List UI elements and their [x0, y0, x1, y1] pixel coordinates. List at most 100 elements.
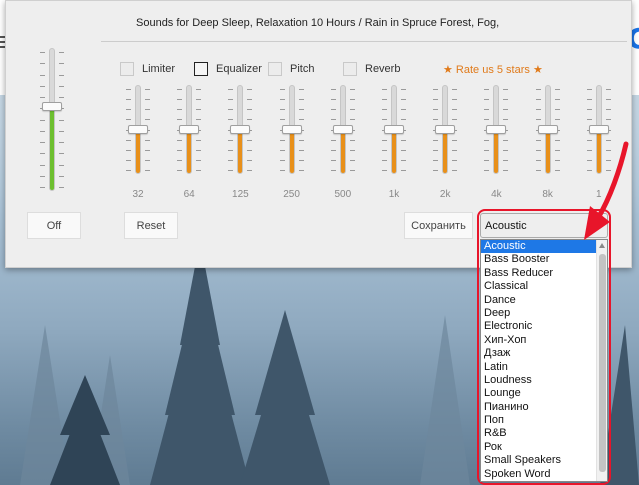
preset-option[interactable]: Deep — [481, 307, 597, 320]
band-slider-4-thumb[interactable] — [332, 125, 353, 134]
band-slider-1-thumb[interactable] — [179, 125, 200, 134]
tick-mark — [298, 89, 304, 90]
band-slider-8[interactable] — [533, 85, 563, 174]
preset-option[interactable]: Dance — [481, 294, 597, 307]
tick-mark — [503, 99, 509, 100]
tick-mark — [586, 89, 592, 90]
preset-option[interactable]: Small Speakers — [481, 454, 597, 467]
band-slider-6-thumb[interactable] — [435, 125, 456, 134]
tick-mark — [330, 160, 336, 161]
band-slider-4[interactable] — [328, 85, 358, 174]
preset-option[interactable]: Bass Booster — [481, 253, 597, 266]
band-frequency-label: 64 — [183, 189, 195, 200]
tick-mark — [586, 119, 592, 120]
preset-option[interactable]: Latin — [481, 361, 597, 374]
tick-mark — [228, 119, 234, 120]
band-slider-3-fill — [289, 130, 294, 173]
pitch-label: Pitch — [290, 63, 315, 75]
preset-option[interactable]: Дзаж — [481, 347, 597, 360]
tick-mark — [349, 119, 355, 120]
rate-us-link[interactable]: ★ Rate us 5 stars ★ — [443, 63, 543, 76]
tick-mark — [401, 89, 406, 90]
tick-mark — [382, 89, 387, 90]
pitch-option[interactable]: Pitch — [268, 61, 314, 77]
band-slider-9-thumb[interactable] — [588, 125, 609, 134]
tick-mark — [279, 89, 285, 90]
tick-mark — [401, 140, 406, 141]
equalizer-option[interactable]: Equalizer — [194, 61, 262, 77]
tick-mark — [279, 140, 285, 141]
band-slider-4-fill — [340, 130, 345, 173]
pitch-checkbox[interactable] — [268, 62, 282, 76]
band-slider-5[interactable] — [379, 85, 409, 174]
tick-mark — [59, 153, 64, 154]
band-slider-5-thumb[interactable] — [384, 125, 404, 134]
off-button[interactable]: Off — [27, 212, 81, 239]
tick-mark — [40, 120, 45, 121]
band-slider-0[interactable] — [123, 85, 153, 174]
tick-mark — [126, 109, 131, 110]
tick-mark — [40, 131, 45, 132]
preset-option[interactable]: Electronic — [481, 320, 597, 333]
volume-slider-thumb[interactable] — [42, 102, 62, 111]
preset-option[interactable]: Spoken Word — [481, 468, 597, 481]
preset-option[interactable]: Lounge — [481, 387, 597, 400]
band-slider-6[interactable] — [430, 85, 460, 174]
band-slider-2-thumb[interactable] — [230, 125, 251, 134]
band-slider-0-thumb[interactable] — [128, 125, 148, 134]
reverb-option[interactable]: Reverb — [343, 61, 400, 77]
tick-mark — [298, 150, 304, 151]
tick-mark — [349, 140, 355, 141]
preset-option[interactable]: R&B — [481, 427, 597, 440]
limiter-option[interactable]: Limiter — [120, 61, 175, 77]
reset-button[interactable]: Reset — [124, 212, 178, 239]
tick-mark — [452, 89, 458, 90]
preset-option[interactable]: Хип-Хоп — [481, 334, 597, 347]
reverb-checkbox[interactable] — [343, 62, 357, 76]
tick-mark — [126, 160, 131, 161]
preset-option[interactable]: Пианино — [481, 401, 597, 414]
tick-mark — [247, 99, 253, 100]
volume-slider[interactable] — [37, 48, 67, 191]
band-slider-2[interactable] — [225, 85, 255, 174]
tick-mark — [59, 75, 64, 76]
preset-option[interactable]: Classical — [481, 280, 597, 293]
tick-mark — [330, 140, 336, 141]
dropdown-scrollbar[interactable] — [596, 240, 607, 481]
tick-mark — [247, 109, 253, 110]
band-slider-7[interactable] — [481, 85, 511, 174]
band-slider-7-thumb[interactable] — [486, 125, 507, 134]
tick-mark — [535, 170, 541, 171]
tick-mark — [247, 89, 253, 90]
scrollbar-thumb[interactable] — [599, 254, 606, 472]
band-slider-3[interactable] — [277, 85, 307, 174]
tick-mark — [382, 150, 387, 151]
tick-mark — [433, 89, 439, 90]
band-slider-3-thumb[interactable] — [281, 125, 302, 134]
preset-option[interactable]: Поп — [481, 414, 597, 427]
preset-option[interactable]: Рок — [481, 441, 597, 454]
tick-mark — [228, 140, 234, 141]
tick-mark — [196, 150, 202, 151]
tick-mark — [196, 119, 202, 120]
band-frequency-label: 8k — [542, 189, 553, 200]
tick-mark — [177, 109, 183, 110]
tick-mark — [145, 170, 150, 171]
tick-mark — [177, 99, 183, 100]
save-button[interactable]: Сохранить — [404, 212, 473, 239]
limiter-checkbox[interactable] — [120, 62, 134, 76]
band-slider-6-fill — [443, 130, 448, 173]
tick-mark — [228, 160, 234, 161]
tick-mark — [59, 97, 64, 98]
tick-mark — [535, 150, 541, 151]
reverb-label: Reverb — [365, 63, 401, 75]
preset-option[interactable]: Loudness — [481, 374, 597, 387]
tick-mark — [59, 142, 64, 143]
equalizer-checkbox[interactable] — [194, 62, 208, 76]
band-slider-1[interactable] — [174, 85, 204, 174]
preset-option[interactable]: Bass Reducer — [481, 267, 597, 280]
preset-dropdown-list[interactable]: Acoustic Bass Booster Bass Reducer Classica… — [480, 239, 608, 482]
band-slider-8-thumb[interactable] — [537, 125, 558, 134]
tick-mark — [145, 140, 150, 141]
tick-mark — [586, 109, 592, 110]
